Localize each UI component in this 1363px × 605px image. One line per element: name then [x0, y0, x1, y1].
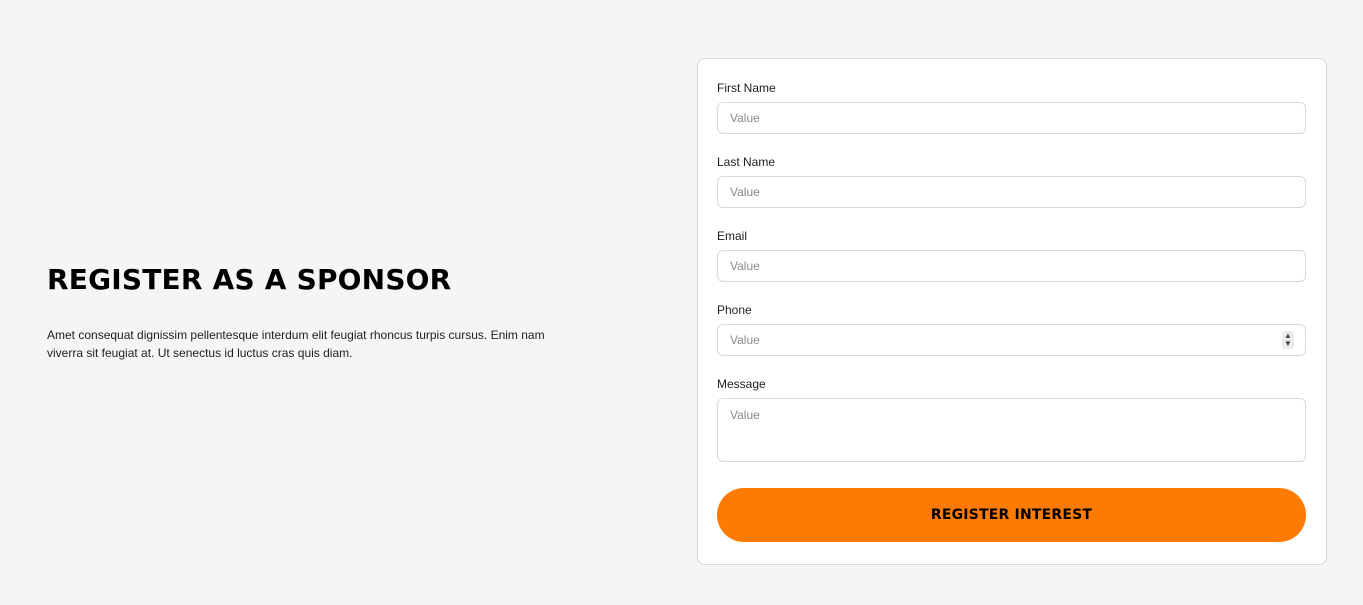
- intro-description: Amet consequat dignissim pellentesque in…: [47, 328, 545, 360]
- email-label: Email: [717, 229, 748, 243]
- first-name-placeholder: Value: [730, 111, 760, 125]
- phone-stepper[interactable]: ▲ ▼: [1282, 331, 1294, 349]
- first-name-field: First Name Value: [717, 78, 1306, 134]
- page-title: REGISTER AS A SPONSOR: [47, 263, 452, 296]
- last-name-input[interactable]: Value: [717, 176, 1306, 208]
- message-label: Message: [717, 377, 766, 391]
- intro-section: REGISTER AS A SPONSOR Amet consequat dig…: [47, 262, 567, 362]
- email-input[interactable]: Value: [717, 250, 1306, 282]
- phone-field: Phone Value ▲ ▼: [717, 300, 1306, 356]
- message-field: Message Value: [717, 374, 1306, 462]
- email-field: Email Value: [717, 226, 1306, 282]
- first-name-label: First Name: [717, 81, 776, 95]
- phone-placeholder: Value: [730, 333, 760, 347]
- sponsor-form: First Name Value Last Name Value Email V…: [697, 58, 1327, 565]
- email-placeholder: Value: [730, 259, 760, 273]
- phone-input[interactable]: Value ▲ ▼: [717, 324, 1306, 356]
- sponsor-registration-page: REGISTER AS A SPONSOR Amet consequat dig…: [0, 0, 1363, 605]
- first-name-input[interactable]: Value: [717, 102, 1306, 134]
- message-textarea[interactable]: Value: [717, 398, 1306, 462]
- register-interest-button[interactable]: REGISTER INTEREST: [717, 488, 1306, 542]
- chevron-down-icon[interactable]: ▼: [1284, 340, 1292, 348]
- last-name-field: Last Name Value: [717, 152, 1306, 208]
- last-name-label: Last Name: [717, 155, 776, 169]
- message-placeholder: Value: [730, 408, 760, 422]
- phone-label: Phone: [717, 303, 752, 317]
- last-name-placeholder: Value: [730, 185, 760, 199]
